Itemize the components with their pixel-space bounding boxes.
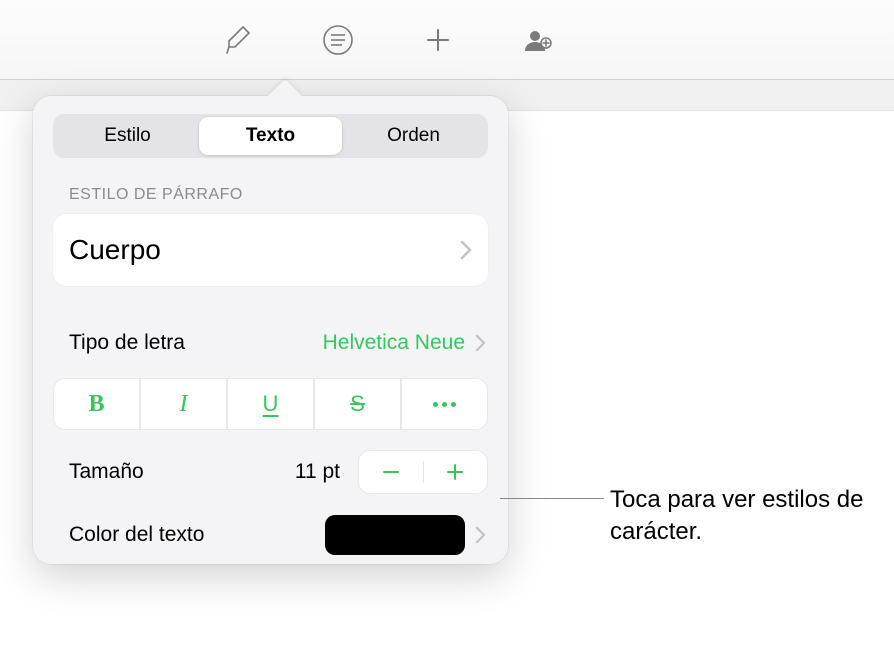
size-increase-button[interactable] (424, 451, 488, 493)
format-popover: Estilo Texto Orden Estilo de párrafo Cue… (33, 96, 508, 564)
size-row: Tamaño 11 pt (53, 444, 488, 500)
insert-icon[interactable] (410, 12, 466, 68)
tab-style[interactable]: Estilo (56, 117, 199, 155)
text-style-buttons: B I U S (53, 378, 488, 430)
tab-text[interactable]: Texto (199, 117, 342, 155)
callout-text: Toca para ver estilos de carácter. (610, 484, 890, 549)
text-color-swatch (325, 515, 465, 555)
italic-button[interactable]: I (140, 378, 227, 430)
bold-button[interactable]: B (53, 378, 140, 430)
underline-glyph: U (263, 391, 279, 417)
strikethrough-button[interactable]: S (314, 378, 401, 430)
underline-button[interactable]: U (227, 378, 314, 430)
list-format-icon[interactable] (310, 12, 366, 68)
font-value: Helvetica Neue (323, 331, 465, 355)
paragraph-style-card: Cuerpo (53, 214, 488, 286)
strike-glyph: S (350, 391, 365, 417)
chevron-right-icon (460, 240, 472, 260)
paragraph-style-row[interactable]: Cuerpo (53, 214, 488, 286)
format-tabs: Estilo Texto Orden (53, 114, 488, 158)
italic-glyph: I (180, 391, 188, 418)
font-section: Tipo de letra Helvetica Neue B I U S Tam… (53, 316, 488, 564)
paragraph-style-section-label: Estilo de párrafo (53, 186, 488, 204)
collaborate-icon[interactable] (510, 12, 566, 68)
font-label: Tipo de letra (69, 331, 185, 355)
size-stepper (358, 450, 488, 494)
text-color-label: Color del texto (69, 523, 325, 547)
callout-leader-line (500, 498, 604, 499)
more-styles-button[interactable] (401, 378, 488, 430)
bold-glyph: B (88, 391, 104, 418)
size-label: Tamaño (69, 460, 295, 484)
size-decrease-button[interactable] (359, 451, 423, 493)
font-row[interactable]: Tipo de letra Helvetica Neue (53, 316, 488, 370)
chevron-right-icon (475, 526, 486, 544)
ellipsis-icon (433, 402, 456, 407)
size-value: 11 pt (295, 460, 340, 484)
toolbar (0, 0, 894, 80)
format-brush-icon[interactable] (210, 12, 266, 68)
paragraph-style-value: Cuerpo (69, 234, 161, 266)
tab-arrange[interactable]: Orden (342, 117, 485, 155)
text-color-row[interactable]: Color del texto (53, 506, 488, 564)
chevron-right-icon (475, 334, 486, 352)
